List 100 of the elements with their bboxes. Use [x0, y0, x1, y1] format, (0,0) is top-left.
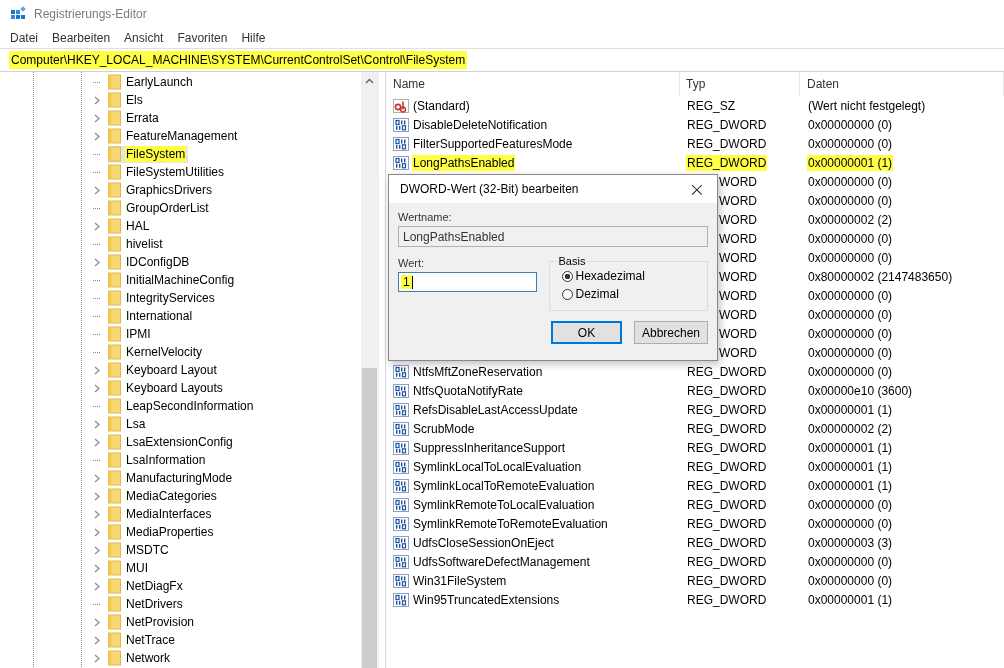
value-data: 0x00000000 (0) [807, 344, 894, 361]
tree-item[interactable]: GroupOrderList [108, 199, 212, 217]
tree-item[interactable]: NetTrace [108, 631, 178, 649]
app-icon [10, 6, 26, 22]
folder-icon [108, 110, 121, 126]
tree-item[interactable]: LsaInformation [108, 451, 209, 469]
value-name[interactable]: LongPathsEnabled [412, 154, 516, 171]
tree-item[interactable]: IDConfigDB [108, 253, 193, 271]
column-header[interactable]: Typ [680, 72, 800, 96]
menu-item[interactable]: Bearbeiten [52, 31, 111, 45]
folder-icon [108, 92, 121, 108]
menu-item[interactable]: Favoriten [177, 31, 228, 45]
value-type: REG_DWORD [686, 154, 768, 171]
value-name[interactable]: SymlinkRemoteToLocalEvaluation [412, 496, 596, 513]
scrollbar[interactable] [361, 72, 378, 668]
tree-item[interactable]: Els [108, 91, 146, 109]
folder-icon [108, 290, 121, 306]
ok-button[interactable]: OK [551, 321, 622, 344]
value-type: REG_DWORD [686, 496, 768, 513]
binary-value-icon [393, 478, 409, 493]
tree-item[interactable]: International [108, 307, 196, 325]
tree-item[interactable]: GraphicsDrivers [108, 181, 215, 199]
tree-item[interactable]: MediaCategories [108, 487, 220, 505]
expand-chevron-icon[interactable] [94, 185, 100, 195]
tree-item[interactable]: MUI [108, 559, 151, 577]
tree-item[interactable]: IntegrityServices [108, 289, 218, 307]
value-name[interactable]: SymlinkLocalToRemoteEvaluation [412, 477, 596, 494]
folder-icon [108, 398, 121, 414]
value-name[interactable]: UdfsCloseSessionOnEject [412, 534, 555, 551]
value-name[interactable]: Win31FileSystem [412, 572, 508, 589]
value-name[interactable]: RefsDisableLastAccessUpdate [412, 401, 579, 418]
menu-item[interactable]: Ansicht [124, 31, 164, 45]
folder-icon [108, 200, 121, 216]
expand-chevron-icon[interactable] [94, 221, 100, 231]
value-name[interactable]: NtfsMftZoneReservation [412, 363, 544, 380]
radio-option[interactable]: Dezimal [561, 287, 619, 301]
cancel-button[interactable]: Abbrechen [634, 321, 708, 344]
window-title: Registrierungs-Editor [34, 7, 147, 21]
tree-item[interactable]: hivelist [108, 235, 166, 253]
value-name[interactable]: SymlinkRemoteToRemoteEvaluation [412, 515, 609, 532]
tree-item[interactable]: NetDiagFx [108, 577, 186, 595]
value-name[interactable]: ScrubMode [412, 420, 476, 437]
folder-icon [108, 308, 121, 324]
tree-item[interactable]: Keyboard Layout [108, 361, 220, 379]
column-header[interactable]: Daten [800, 72, 1004, 96]
tree-item[interactable]: Lsa [108, 415, 149, 433]
menu-item[interactable]: Datei [10, 31, 38, 45]
folder-icon [108, 146, 121, 162]
value-name[interactable]: UdfsSoftwareDefectManagement [412, 553, 591, 570]
tree-item[interactable]: MSDTC [108, 541, 172, 559]
value-data: 0x00000003 (3) [807, 534, 894, 551]
value-type: REG_DWORD [686, 401, 768, 418]
value-name[interactable]: Win95TruncatedExtensions [412, 591, 561, 608]
radio-option[interactable]: Hexadezimal [561, 269, 645, 283]
value-name-field: LongPathsEnabled [398, 226, 708, 247]
tree-item[interactable]: MediaInterfaces [108, 505, 215, 523]
value-type: WORD [718, 287, 758, 304]
tree-item[interactable]: Keyboard Layouts [108, 379, 226, 397]
value-input[interactable]: 1 [398, 272, 537, 292]
tree-item[interactable]: NetProvision [108, 613, 198, 631]
tree-item[interactable]: HAL [108, 217, 153, 235]
value-name[interactable]: SuppressInheritanceSupport [412, 439, 567, 456]
binary-value-icon [393, 573, 409, 588]
value-type: REG_SZ [686, 97, 736, 114]
tree-item[interactable]: KernelVelocity [108, 343, 206, 361]
tree-item[interactable]: InitialMachineConfig [108, 271, 238, 289]
tree-item[interactable]: FileSystem [108, 145, 189, 163]
close-button[interactable]: × [677, 175, 717, 203]
radio-button[interactable] [561, 288, 573, 300]
menu-item[interactable]: Hilfe [241, 31, 266, 45]
expand-chevron-icon[interactable] [94, 257, 100, 267]
binary-value-icon [393, 117, 409, 132]
tree-item[interactable]: MediaProperties [108, 523, 217, 541]
value-type: WORD [718, 306, 758, 323]
radio-button[interactable] [561, 270, 573, 282]
tree-item[interactable]: IPMI [108, 325, 154, 343]
column-header[interactable]: Name [386, 72, 680, 96]
scroll-up-icon[interactable] [365, 78, 374, 84]
tree-item[interactable]: LeapSecondInformation [108, 397, 257, 415]
tree-item[interactable]: Errata [108, 109, 162, 127]
tree-item[interactable]: ManufacturingMode [108, 469, 236, 487]
value-type: REG_DWORD [686, 439, 768, 456]
binary-value-icon [393, 383, 409, 398]
tree-item[interactable]: Network [108, 649, 173, 667]
value-data: 0x00000002 (2) [807, 420, 894, 437]
value-data: 0x00000000 (0) [807, 325, 894, 342]
tree-item[interactable]: EarlyLaunch [108, 73, 196, 91]
field-label: Wertname: [398, 211, 453, 223]
value-name[interactable]: FilterSupportedFeaturesMode [412, 135, 574, 152]
value-name[interactable]: (Standard) [412, 97, 471, 114]
value-name[interactable]: NtfsQuotaNotifyRate [412, 382, 525, 399]
address-bar[interactable]: Computer\HKEY_LOCAL_MACHINE\SYSTEM\CurrentControlSet\Control\FileSystem [9, 51, 468, 69]
value-name[interactable]: SymlinkLocalToLocalEvaluation [412, 458, 583, 475]
tree-item[interactable]: NetDrivers [108, 595, 186, 613]
value-data: 0x00000000 (0) [807, 192, 894, 209]
tree-item[interactable]: FeatureManagement [108, 127, 241, 145]
tree-item[interactable]: LsaExtensionConfig [108, 433, 236, 451]
value-name[interactable]: DisableDeleteNotification [412, 116, 549, 133]
value-data: 0x00000000 (0) [807, 572, 894, 589]
tree-item[interactable]: FileSystemUtilities [108, 163, 227, 181]
